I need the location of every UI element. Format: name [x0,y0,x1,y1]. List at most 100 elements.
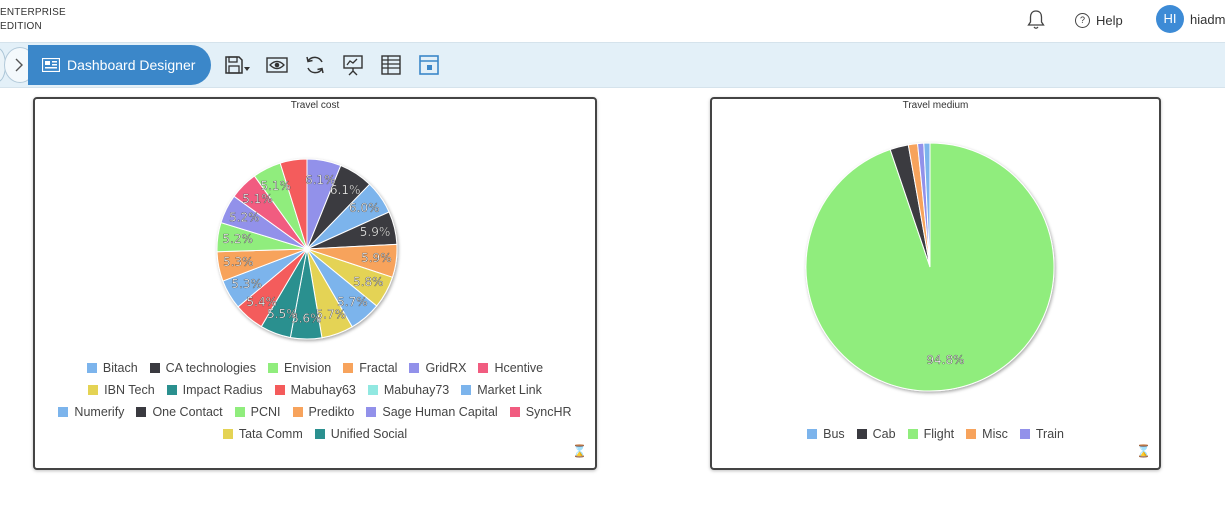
legend-item-flight[interactable]: Flight [907,427,955,441]
legend-item-fractal[interactable]: Fractal [343,361,397,375]
data-label-fractal: 5.9% [361,251,392,265]
legend-item-tata-comm[interactable]: Tata Comm [222,427,303,441]
legend-swatch [234,407,245,417]
legend-item-mabuhay73[interactable]: Mabuhay73 [367,383,449,397]
table-icon[interactable] [380,54,402,76]
legend-swatch [149,363,160,373]
travel-cost-title: Travel cost [290,100,340,111]
legend-row: Bitach CA technologies Envision Fractal Grid… [35,357,595,379]
brand-line-2: EDITION [0,21,42,32]
legend-label: CA technologies [165,361,256,375]
data-label-tata-comm: 5.8% [353,275,384,289]
legend-swatch [366,407,377,417]
legend-item-envision[interactable]: Envision [268,361,331,375]
travel-medium-pie: 94.8% [805,142,1055,392]
avatar[interactable]: HI [1156,5,1184,33]
travel-cost-pie: 6.1%6.1%6.0%5.9%5.9%5.8%5.7%5.7%5.6%5.5%… [216,158,398,340]
notification-bell-icon[interactable] [1026,9,1046,31]
layout-icon[interactable] [418,54,440,76]
dashboard-icon [42,58,60,72]
legend-label: IBN Tech [104,383,155,397]
legend-item-hcentive[interactable]: Hcentive [478,361,543,375]
data-label-one-contact: 6.1% [330,183,361,197]
legend-swatch [58,407,69,417]
legend-swatch [509,407,520,417]
legend-label: Fractal [359,361,398,375]
help-icon: ? [1075,12,1090,28]
legend-label: Train [1035,427,1064,441]
legend-item-predikto[interactable]: Predikto [292,405,355,419]
legend-label: Impact Radius [182,383,263,397]
legend-label: One Contact [152,405,223,419]
legend-item-gridrx[interactable]: GridRX [409,361,466,375]
legend-item-bitach[interactable]: Bitach [86,361,138,375]
legend-label: SyncHR [525,405,572,419]
travel-medium-title: Travel medium [902,100,969,111]
legend-row: Tata Comm Unified Social [35,423,595,445]
legend-swatch [807,429,818,439]
data-label-mabuhay63: 5.4% [247,295,278,309]
brand-line-1: ENTERPRISE [0,7,66,18]
preview-icon[interactable] [266,54,288,76]
data-label-sage-human-capital: 5.2% [229,210,260,224]
legend-label: Flight [923,427,955,441]
travel-medium-legend: Bus Cab Flight Misc Train [712,423,1159,445]
legend-swatch [966,429,977,439]
dashboard-designer-label: Dashboard Designer [67,57,196,73]
legend-row: IBN Tech Impact Radius Mabuhay63 Mabuhay73 M… [35,379,595,401]
legend-swatch [343,363,354,373]
legend-swatch [136,407,147,417]
legend-item-ca-technologies[interactable]: CA technologies [149,361,256,375]
legend-item-bus[interactable]: Bus [807,427,845,441]
legend-label: PCNI [250,405,281,419]
legend-swatch [1019,429,1030,439]
data-label-envision: 5.1% [260,179,291,193]
legend-item-unified-social[interactable]: Unified Social [314,427,407,441]
legend-label: Numerify [74,405,125,419]
data-label-market-link: 6.0% [349,201,380,215]
help-link[interactable]: ? Help [1075,11,1123,29]
travel-cost-panel: Travel cost 6.1% 6.1% 6.0% 5.9% 5.9% 5.8% 5.7%… [33,97,597,470]
legend-item-synchr[interactable]: SyncHR [509,405,572,419]
data-label-pcni: 5.2% [222,232,253,246]
help-label: Help [1096,12,1123,28]
travel-cost-legend: Bitach CA technologies Envision Fractal Grid… [35,357,595,445]
legend-swatch [86,363,97,373]
legend-swatch [478,363,489,373]
legend-item-train[interactable]: Train [1019,427,1064,441]
legend-item-ibn-tech[interactable]: IBN Tech [88,383,155,397]
toolbar: Dashboard Designer [0,42,1225,88]
legend-item-impact-radius[interactable]: Impact Radius [166,383,263,397]
username[interactable]: hiadm [1190,12,1225,27]
legend-label: Tata Comm [238,427,303,441]
legend-item-sage-human-capital[interactable]: Sage Human Capital [366,405,498,419]
legend-item-market-link[interactable]: Market Link [461,383,542,397]
top-bar: ENTERPRISE EDITION ? Help HI hiadm [0,0,1225,42]
save-icon[interactable] [224,54,252,76]
legend-item-one-contact[interactable]: One Contact [136,405,223,419]
presentation-icon[interactable] [342,54,364,76]
legend-label: Hcentive [494,361,544,375]
legend-item-pcni[interactable]: PCNI [234,405,281,419]
data-label-bitach: 5.3% [231,277,262,291]
legend-item-cab[interactable]: Cab [856,427,896,441]
data-label-flight: 94.8% [926,353,964,367]
legend-label: Predikto [308,405,355,419]
legend-item-misc[interactable]: Misc [966,427,1008,441]
legend-label: Envision [284,361,332,375]
legend-swatch [314,429,325,439]
brand-logo: ENTERPRISE EDITION [0,6,66,34]
legend-swatch [409,363,420,373]
data-label-impact-radius: 5.5% [267,307,298,321]
refresh-icon[interactable] [304,54,326,76]
legend-item-numerify[interactable]: Numerify [58,405,124,419]
legend-item-mabuhay63[interactable]: Mabuhay63 [274,383,356,397]
legend-label: Market Link [477,383,542,397]
legend-label: Misc [982,427,1008,441]
legend-label: Bitach [102,361,138,375]
legend-swatch [166,385,177,395]
chevron-right-icon [15,58,23,72]
legend-row: Numerify One Contact PCNI Predikto Sage Huma… [35,401,595,423]
legend-swatch [367,385,378,395]
dashboard-designer-button[interactable]: Dashboard Designer [28,45,211,85]
